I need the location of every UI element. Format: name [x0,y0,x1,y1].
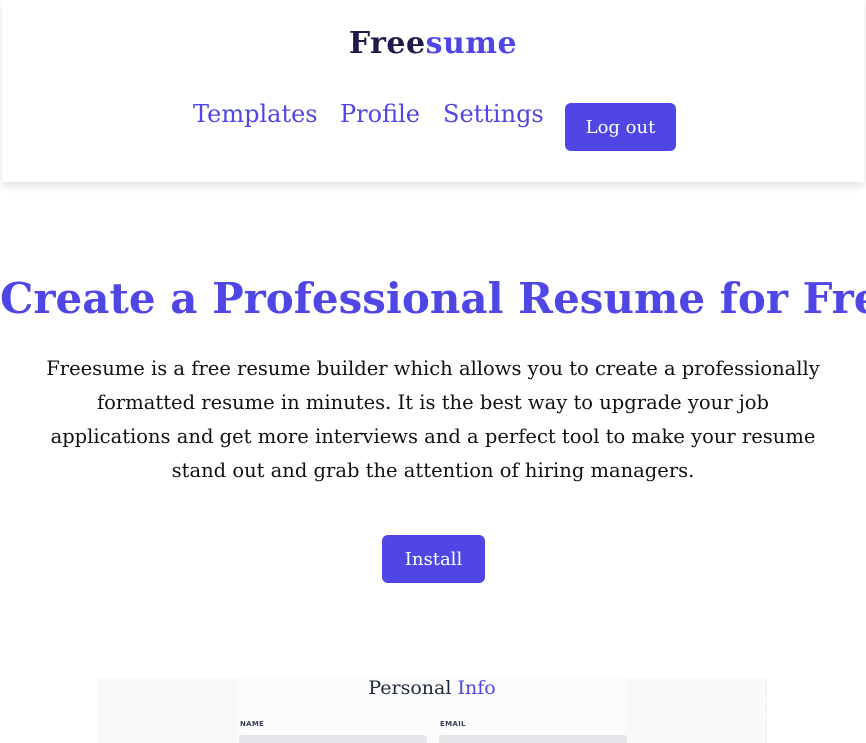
email-field[interactable] [439,735,627,743]
hero-title: Create a Professional Resume for Free [0,274,866,323]
brand-logo-part1: Free [348,26,426,61]
email-field-label: EMAIL [440,720,466,728]
logout-button[interactable]: Log out [565,103,676,151]
install-button[interactable]: Install [382,535,485,583]
main-nav: Templates Profile Settings [2,100,864,140]
hero-description: Freesume is a free resume builder which … [46,357,820,482]
nav-settings-link[interactable]: Settings [443,100,544,128]
page: Freesume Templates Profile Settings Log … [0,0,866,743]
preview-section-title: Personal Info [97,678,767,698]
name-field[interactable] [239,735,427,743]
nav-templates-link[interactable]: Templates [193,100,318,128]
brand-logo[interactable]: Freesume [2,26,864,61]
preview-title-part1: Personal [368,677,452,699]
brand-logo-part2: sume [425,26,518,61]
name-field-label: NAME [240,720,265,728]
resume-preview: Personal Info NAME EMAIL [97,678,767,743]
nav-profile-link[interactable]: Profile [340,100,420,128]
preview-title-part2: Info [457,677,496,699]
site-header: Freesume Templates Profile Settings Log … [2,0,864,182]
